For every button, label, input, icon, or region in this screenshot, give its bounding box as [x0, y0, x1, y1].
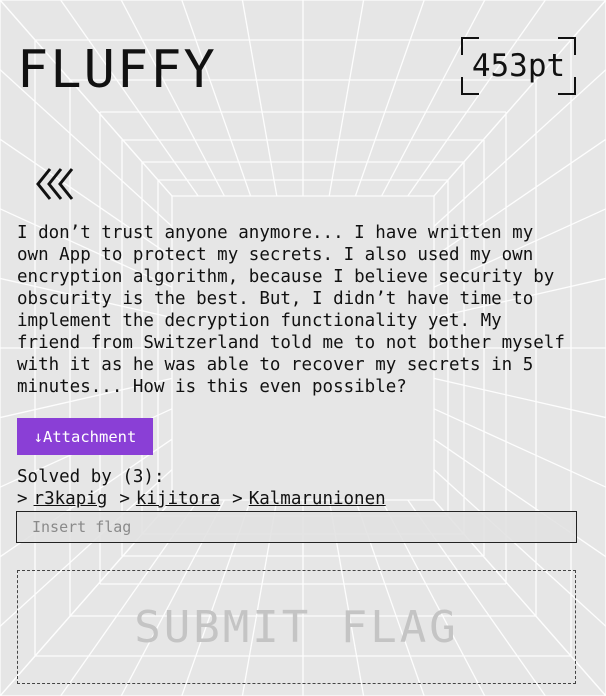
solver-link[interactable]: Kalmarunionen	[249, 488, 386, 510]
solver-item: > kijitora	[119, 488, 220, 510]
points-value: 453pt	[471, 48, 566, 84]
attachment-button[interactable]: ↓Attachment	[17, 418, 153, 455]
chevron-right-icon: >	[119, 489, 130, 509]
solvers-list: > r3kapig > kijitora > Kalmarunionen	[17, 488, 398, 510]
solver-link[interactable]: kijitora	[136, 488, 220, 510]
back-icon[interactable]	[35, 166, 79, 202]
solver-item: > r3kapig	[17, 488, 107, 510]
solver-item: > Kalmarunionen	[232, 488, 386, 510]
chevron-right-icon: >	[232, 489, 243, 509]
challenge-title: FLUFFY	[17, 40, 217, 100]
submit-flag-button[interactable]: SUBMIT FLAG	[17, 570, 576, 684]
points-badge: 453pt	[461, 37, 576, 95]
solved-by-heading: Solved by (3):	[17, 467, 165, 487]
flag-input[interactable]	[16, 511, 577, 543]
submit-flag-label: SUBMIT FLAG	[134, 601, 459, 653]
chevron-right-icon: >	[17, 489, 28, 509]
solver-link[interactable]: r3kapig	[34, 488, 108, 510]
challenge-description: I don’t trust anyone anymore... I have w…	[17, 223, 565, 397]
